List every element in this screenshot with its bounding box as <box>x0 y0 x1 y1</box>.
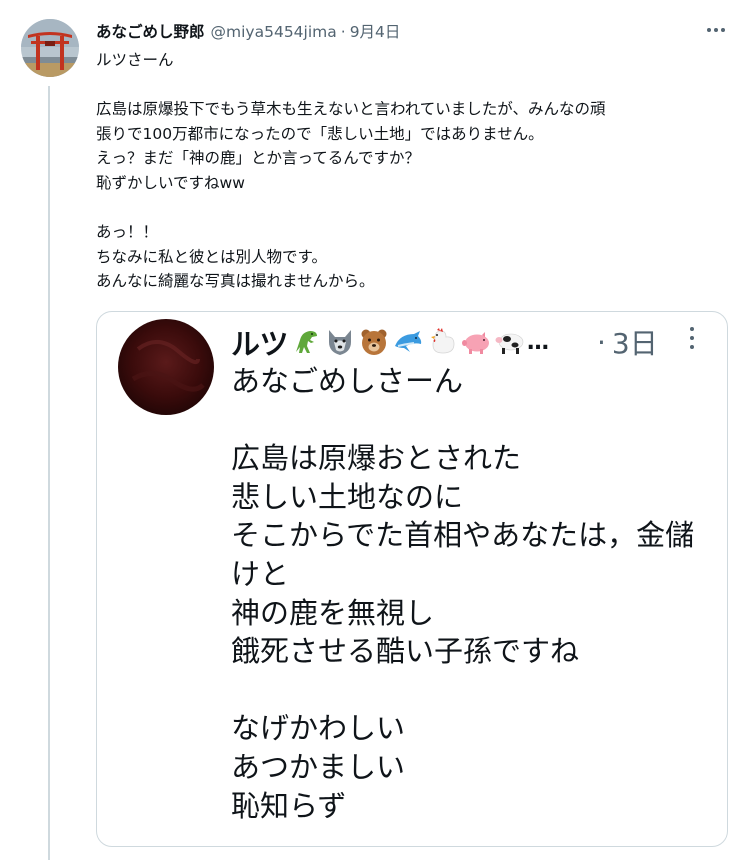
tweet-text: ルツさーん 広島は原爆投下でもう草木も生えないと言われていましたが、みんなの頑 … <box>96 48 731 294</box>
tweet-line: 広島は原爆投下でもう草木も生えないと言われていましたが、みんなの頑 <box>96 100 606 119</box>
tweet-date[interactable]: 9月4日 <box>350 20 401 42</box>
embedded-line: 悲しい土地なのに <box>231 479 464 514</box>
embedded-line: なげかわしい <box>231 711 406 746</box>
embedded-line: あなごめしさーん <box>231 364 464 398</box>
t-rex-emoji <box>290 326 322 358</box>
tweet-line: 張りで100万都市になったので「悲しい土地」ではありません。 <box>96 124 544 143</box>
author-handle[interactable]: @miya5454jima <box>211 23 337 41</box>
embedded-text: あなごめしさーん 広島は原爆おとされた 悲しい土地なのに そこからでた首相やあな… <box>231 362 721 825</box>
name-overflow-ellipsis: … <box>527 329 550 355</box>
chicken-emoji <box>426 326 458 358</box>
tweet-line: ルツさーん <box>96 51 174 69</box>
embedded-avatar <box>118 319 214 415</box>
embedded-line: 神の鹿を無視し <box>231 595 435 630</box>
tweet-line <box>96 73 731 98</box>
thread-line <box>48 86 50 860</box>
embedded-timestamp: · 3日 <box>597 323 658 361</box>
embedded-line: 恥知らず <box>231 788 347 823</box>
embedded-more-icon <box>685 324 699 352</box>
embedded-line <box>231 401 721 440</box>
embedded-screenshot[interactable]: ルツ … · 3日 あなごめしさーん 広島は原爆おとされた 悲しい土地なのに そ… <box>96 311 728 847</box>
tweet-line: あっ！！ <box>96 223 159 242</box>
author-name[interactable]: あなごめし野郎 <box>96 20 205 42</box>
more-options-icon[interactable] <box>700 18 732 42</box>
embedded-line: 餓死させる酷い子孫ですね <box>231 634 580 669</box>
wolf-emoji <box>324 326 356 358</box>
tweet-header: あなごめし野郎 @miya5454jima · 9月4日 <box>96 20 400 42</box>
tweet-line <box>96 196 731 221</box>
dolphin-emoji <box>392 326 424 358</box>
tweet-line: あんなに綺麗な写真は撮れませんから。 <box>96 272 375 291</box>
tweet-line: ちなみに私と彼とは別人物です。 <box>96 247 327 266</box>
avatar[interactable] <box>21 19 79 77</box>
embedded-line: 広島は原爆おとされた <box>231 441 522 476</box>
embedded-author-name: ルツ <box>231 327 289 361</box>
embedded-line <box>231 671 721 710</box>
pig-emoji <box>460 326 492 358</box>
tweet-line: えっ？まだ「神の鹿」とか言ってるんですか？ <box>96 149 420 168</box>
embedded-separator: · <box>597 325 606 359</box>
cow-emoji <box>494 326 526 358</box>
embedded-line: あつかましい <box>231 749 406 784</box>
bear-emoji <box>358 326 390 358</box>
tweet-line: 恥ずかしいですねww <box>96 173 245 192</box>
embedded-line: けと <box>231 556 290 591</box>
embedded-header: ルツ … <box>231 323 549 361</box>
embedded-line: そこからでた首相やあなたは，金儲 <box>231 518 695 553</box>
embedded-time: 3日 <box>611 327 658 360</box>
header-separator: · <box>340 23 346 41</box>
